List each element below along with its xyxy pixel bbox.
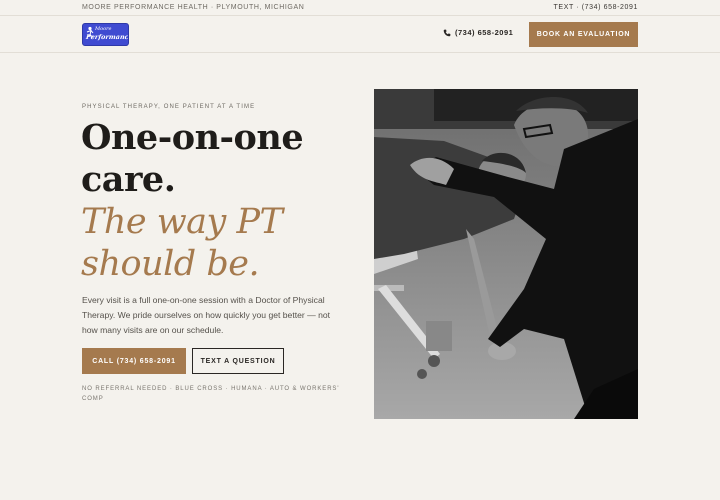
hero-eyebrow: PHYSICAL THERAPY, ONE PATIENT AT A TIME	[82, 104, 256, 110]
brand-logo[interactable]: Moore Performance Health	[82, 23, 129, 46]
insurance-note: NO REFERRAL NEEDED · BLUE CROSS · HUMANA…	[82, 386, 340, 402]
call-button[interactable]: CALL (734) 658-2091	[82, 348, 186, 374]
hero-accent-headline: The way PT should be.	[81, 201, 351, 285]
text-question-button[interactable]: TEXT A QUESTION	[192, 348, 284, 374]
header-phone-link[interactable]: (734) 658-2091	[443, 28, 513, 37]
hero-headline: One-on-one care.	[81, 117, 351, 201]
headline-line-1: One-on-one	[81, 117, 304, 158]
therapy-session-image	[374, 89, 638, 419]
accent-line-2: should be.	[81, 244, 260, 284]
headline-line-2: care.	[81, 159, 176, 200]
text-number-link[interactable]: TEXT · (734) 658-2091	[554, 4, 638, 11]
brand-location-text: MOORE PERFORMANCE HEALTH · PLYMOUTH, MIC…	[82, 4, 305, 11]
logo-line-1: Moore	[95, 26, 112, 32]
top-info-bar: MOORE PERFORMANCE HEALTH · PLYMOUTH, MIC…	[0, 0, 720, 16]
therapy-photo	[374, 89, 638, 419]
site-header: Moore Performance Health (734) 658-2091 …	[0, 17, 720, 53]
accent-line-1: The way PT	[81, 202, 283, 242]
hero-description: Every visit is a full one-on-one session…	[82, 295, 331, 335]
header-phone-number: (734) 658-2091	[455, 28, 514, 37]
book-evaluation-button[interactable]: BOOK AN EVALUATION	[529, 22, 638, 47]
logo-line-2: Performance Health	[85, 33, 129, 41]
phone-icon	[443, 29, 451, 36]
